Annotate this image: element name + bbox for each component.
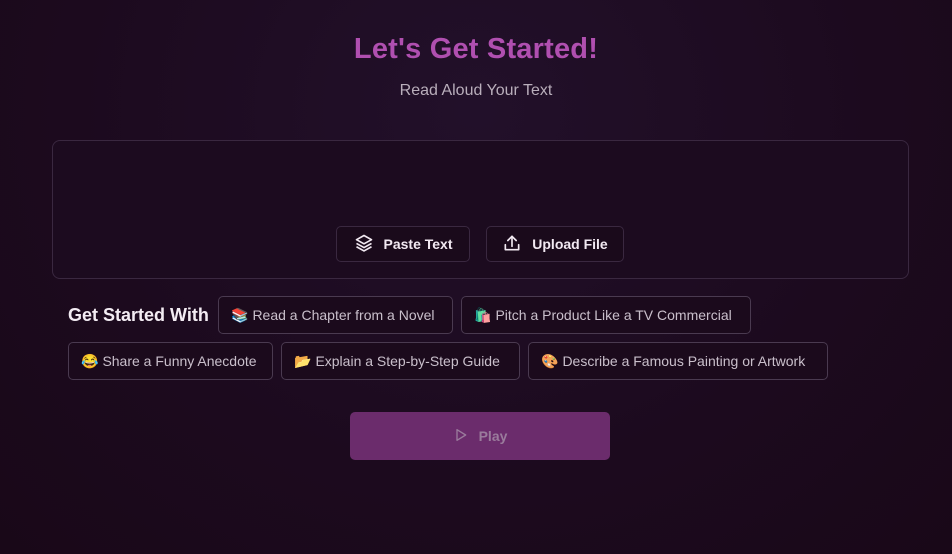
page: Let's Get Started! Read Aloud Your Text … [0, 0, 952, 554]
suggestion-chip-label: Share a Funny Anecdote [102, 353, 257, 369]
get-started-label: Get Started With [68, 305, 209, 325]
suggestion-chip-label: Read a Chapter from a Novel [252, 307, 435, 323]
paste-text-button[interactable]: Paste Text [336, 226, 470, 262]
suggestion-chip-painting[interactable]: 🎨 Describe a Famous Painting or Artwork [528, 342, 828, 380]
upload-file-label: Upload File [532, 236, 608, 252]
play-button[interactable]: Play [350, 412, 610, 460]
layers-icon [354, 233, 384, 256]
suggestion-chip-anecdote[interactable]: 😂 Share a Funny Anecdote [68, 342, 273, 380]
palette-icon: 🎨 [541, 352, 559, 369]
play-icon [453, 427, 479, 446]
page-subtitle: Read Aloud Your Text [399, 82, 553, 99]
suggestion-chip-label: Pitch a Product Like a TV Commercial [495, 307, 732, 323]
laughing-face-icon: 😂 [81, 352, 99, 369]
paste-text-label: Paste Text [383, 236, 453, 252]
folder-icon: 📂 [294, 352, 312, 369]
suggestion-chip-novel[interactable]: 📚 Read a Chapter from a Novel [218, 296, 453, 334]
suggestion-chip-label: Describe a Famous Painting or Artwork [562, 353, 806, 369]
shopping-bag-icon: 🛍️ [474, 306, 492, 323]
text-input-area[interactable] [52, 140, 909, 279]
suggestion-chip-label: Explain a Step-by-Step Guide [315, 353, 500, 369]
suggestion-chip-guide[interactable]: 📂 Explain a Step-by-Step Guide [281, 342, 520, 380]
books-icon: 📚 [231, 306, 249, 323]
suggestion-chip-pitch[interactable]: 🛍️ Pitch a Product Like a TV Commercial [461, 296, 751, 334]
play-label: Play [478, 428, 508, 444]
page-title: Let's Get Started! [353, 33, 599, 65]
upload-file-button[interactable]: Upload File [486, 226, 624, 262]
upload-icon [502, 233, 532, 256]
